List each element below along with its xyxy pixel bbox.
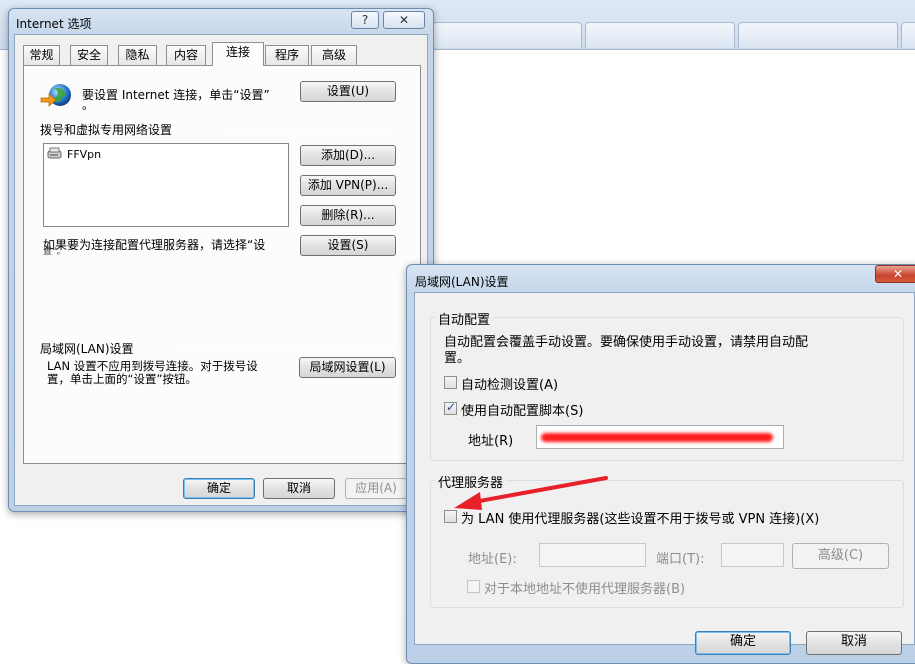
script-address-input[interactable] [536, 425, 784, 449]
close-button[interactable]: ✕ [875, 265, 915, 283]
tab-general[interactable]: 常规 [23, 45, 60, 65]
network-globe-icon [40, 82, 74, 110]
proxy-description-cont: 置”。 [43, 247, 66, 257]
proxy-description: 如果要为连接配置代理服务器，请选择“设 [43, 238, 266, 252]
background-tab[interactable] [432, 22, 582, 48]
advanced-button[interactable]: 高级(C) [792, 543, 889, 569]
cancel-button[interactable]: 取消 [263, 478, 335, 499]
window-title: 局域网(LAN)设置 [415, 275, 509, 289]
auto-config-description: 自动配置会覆盖手动设置。要确保使用手动设置，请禁用自动配 [444, 335, 809, 350]
auto-detect-label[interactable]: 自动检测设置(A) [461, 374, 558, 393]
dialup-section-label: 拨号和虚拟专用网络设置 [40, 123, 173, 137]
connection-settings-button[interactable]: 设置(S) [300, 235, 396, 256]
connection-name: FFVpn [67, 147, 102, 161]
background-tab[interactable] [738, 22, 898, 48]
help-button[interactable]: ? [351, 11, 379, 29]
tab-programs[interactable]: 程序 [265, 45, 309, 65]
vpn-connection-icon [47, 147, 62, 159]
bypass-local-checkbox[interactable] [467, 580, 480, 593]
proxy-port-input[interactable] [721, 543, 784, 567]
add-button[interactable]: 添加(D)... [300, 145, 396, 166]
use-auto-script-checkbox[interactable] [444, 400, 457, 415]
redaction-mark [541, 433, 773, 442]
proxy-port-label: 端口(T): [656, 552, 705, 567]
setup-description-cont: 。 [82, 98, 95, 112]
close-icon: ✕ [398, 13, 410, 27]
lan-ok-button[interactable]: 确定 [695, 631, 791, 655]
list-item[interactable]: FFVpn [47, 147, 101, 161]
add-vpn-button[interactable]: 添加 VPN(P)... [300, 175, 396, 196]
use-auto-script-label[interactable]: 使用自动配置脚本(S) [461, 400, 583, 419]
script-address-label: 地址(R) [468, 434, 514, 449]
ok-button[interactable]: 确定 [183, 478, 255, 499]
background-tab[interactable] [585, 22, 735, 48]
lan-cancel-button[interactable]: 取消 [806, 631, 902, 655]
bypass-local-label[interactable]: 对于本地地址不使用代理服务器(B) [484, 578, 685, 597]
tab-advanced[interactable]: 高级 [311, 45, 357, 65]
tab-security[interactable]: 安全 [70, 45, 108, 65]
remove-button[interactable]: 删除(R)... [300, 205, 396, 226]
auto-config-group-title: 自动配置 [435, 309, 494, 328]
setup-description: 要设置 Internet 连接，单击“设置” [82, 88, 270, 102]
tab-connections[interactable]: 连接 [212, 42, 264, 66]
lan-description-cont: 置，单击上面的“设置”按钮。 [47, 372, 197, 386]
apply-button[interactable]: 应用(A) [345, 478, 407, 499]
proxy-address-input[interactable] [539, 543, 646, 567]
auto-detect-checkbox[interactable] [444, 376, 457, 389]
background-tab[interactable] [901, 22, 915, 48]
close-icon: ✕ [892, 267, 904, 281]
auto-config-description-cont: 置。 [444, 351, 471, 366]
section-divider [172, 347, 394, 348]
section-divider [218, 128, 394, 129]
lan-section-label: 局域网(LAN)设置 [40, 342, 134, 356]
setup-button[interactable]: 设置(U) [300, 81, 396, 102]
close-button[interactable]: ✕ [383, 11, 425, 29]
annotation-arrow [454, 476, 608, 510]
tab-privacy[interactable]: 隐私 [118, 45, 157, 65]
connections-list[interactable]: FFVpn [43, 143, 289, 227]
proxy-address-label: 地址(E): [468, 552, 517, 567]
lan-settings-button[interactable]: 局域网设置(L) [299, 357, 396, 378]
window-title: Internet 选项 [16, 17, 92, 31]
tab-content[interactable]: 内容 [166, 45, 206, 65]
